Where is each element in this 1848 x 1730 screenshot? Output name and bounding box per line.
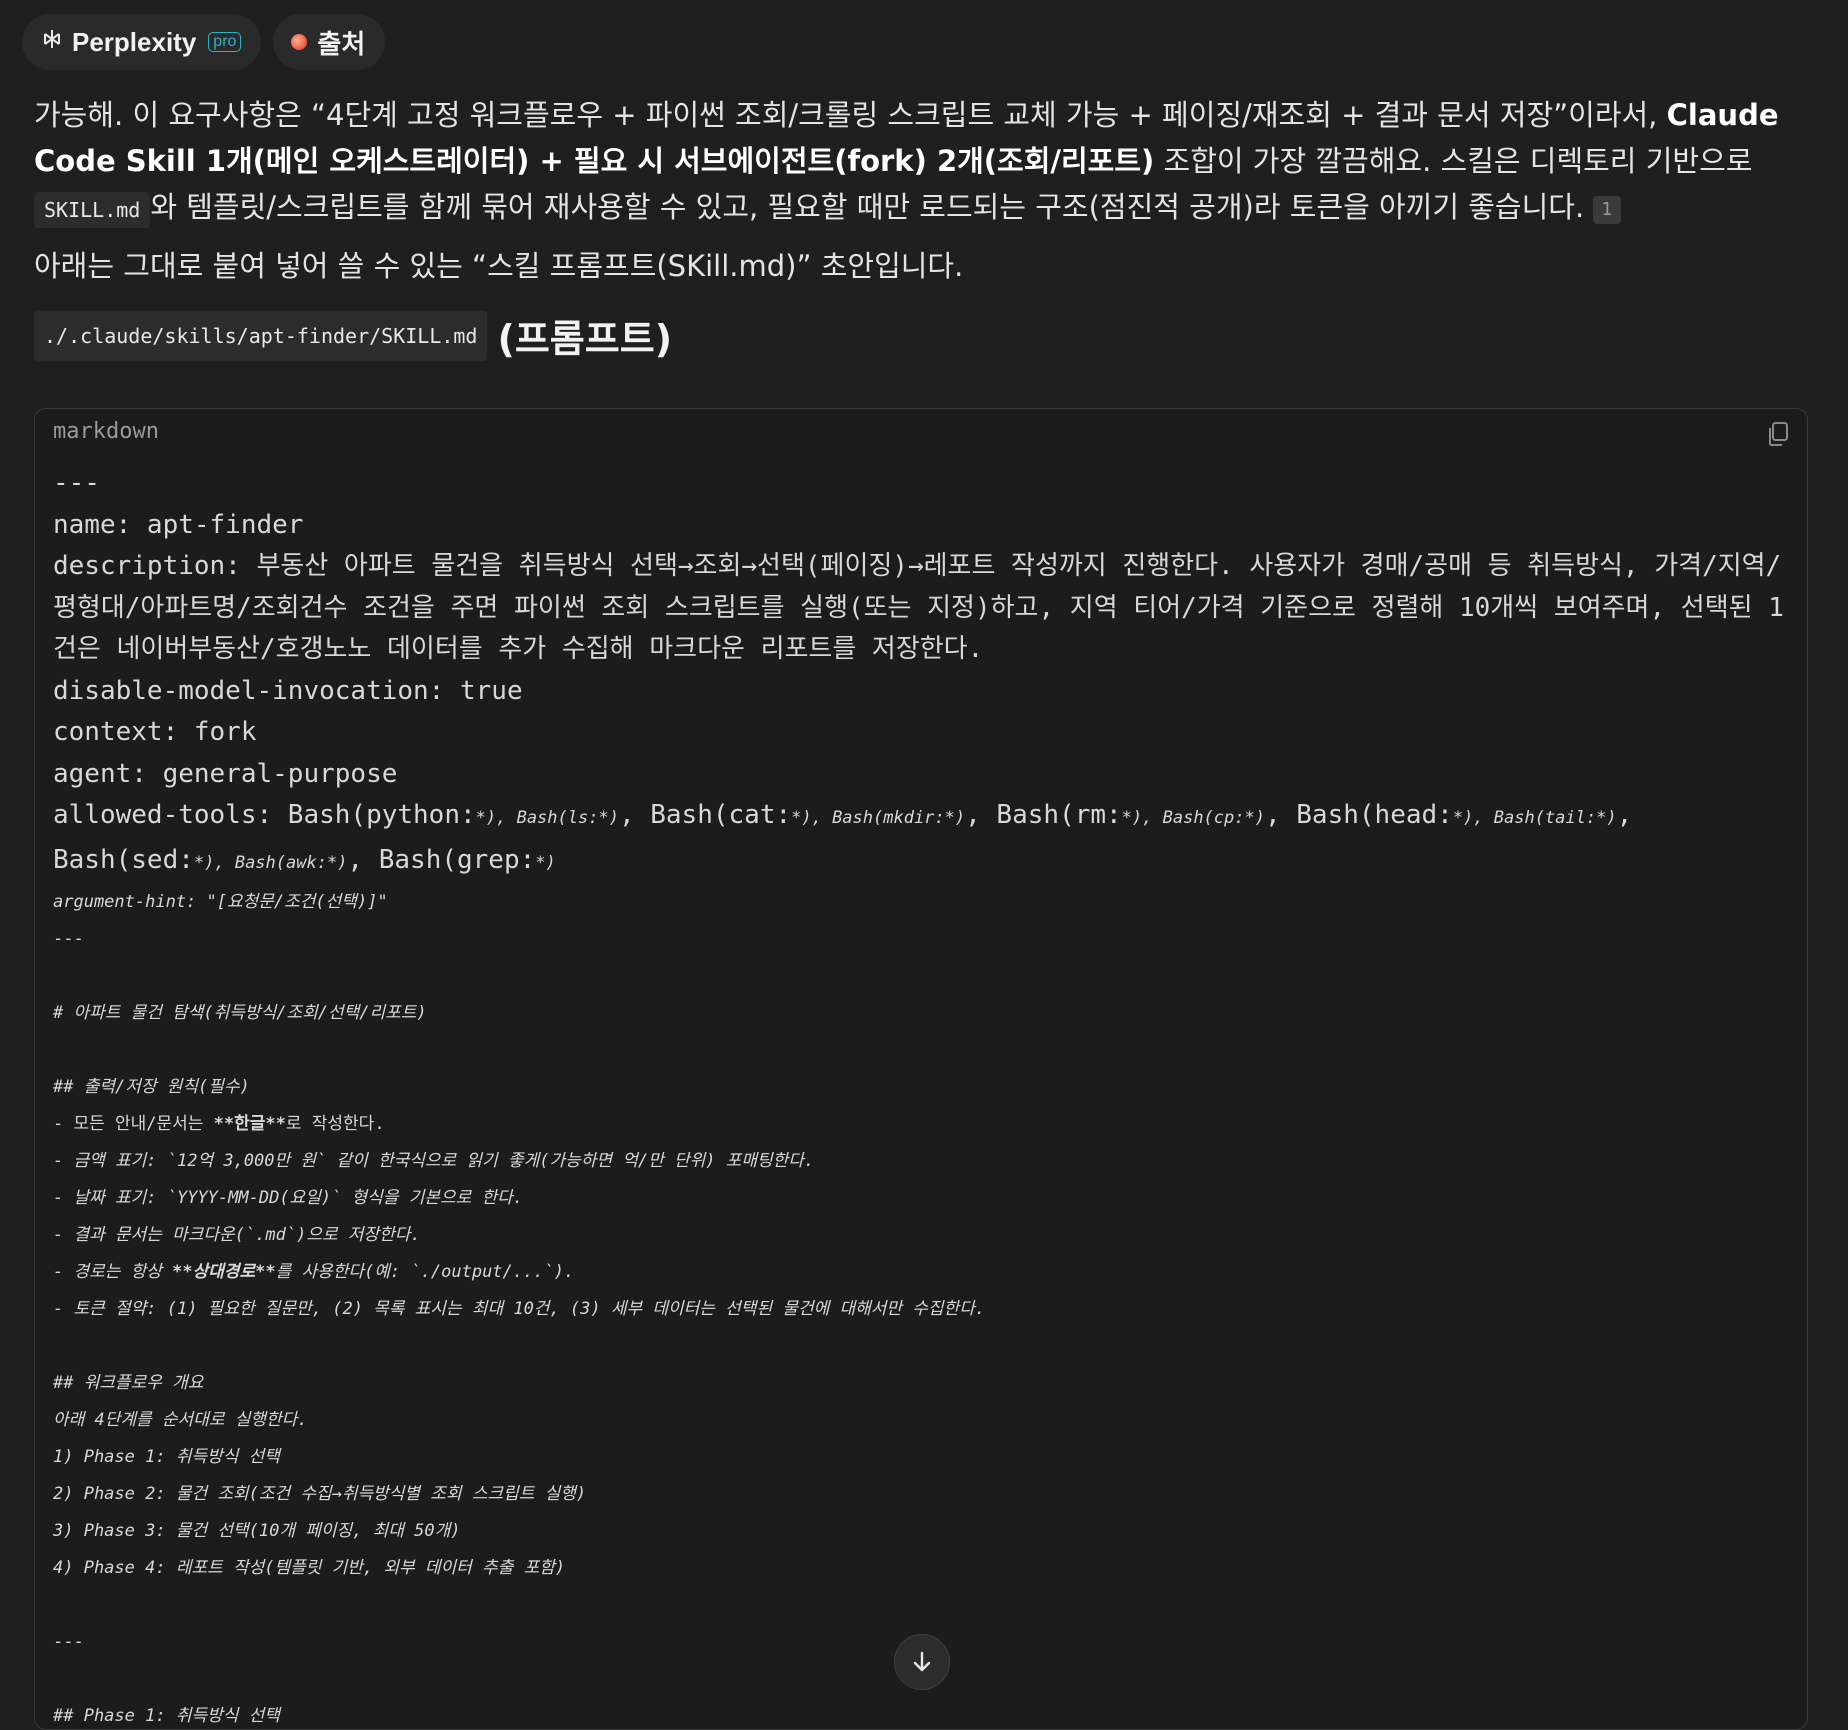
code-line: - 금액 표기: `12억 3,000만 원` 같이 한국식으로 읽기 좋게(가… (53, 1151, 815, 1171)
code-token: , Bash(head: (1264, 800, 1453, 830)
perplexity-logo-icon (40, 27, 64, 58)
code-line: - 날짜 표기: `YYYY-MM-DD(요일)` 형식을 기본으로 한다. (53, 1188, 524, 1208)
citation-badge[interactable]: 1 (1593, 196, 1621, 224)
code-line: - 토큰 절약: (1) 필요한 질문만, (2) 목록 표시는 최대 10건,… (53, 1299, 986, 1319)
code-line: ## 워크플로우 개요 (53, 1373, 204, 1393)
code-line: description: 부동산 아파트 물건을 취득방식 선택→조회→선택(페… (53, 551, 1784, 664)
tab-perplexity-label: Perplexity (72, 26, 197, 57)
code-line: 2) Phase 2: 물건 조회(조건 수집→취득방식별 조회 스크립트 실행… (53, 1484, 587, 1504)
copy-icon[interactable] (1763, 419, 1793, 449)
code-token: *), Bash(ls:*) (475, 808, 619, 828)
code-token: 로 작성한다. (285, 1114, 385, 1134)
answer-paragraph-1: 가능해. 이 요구사항은 “4단계 고정 워크플로우 + 파이썬 조회/크롤링 … (34, 92, 1814, 233)
code-line: --- (53, 468, 100, 498)
code-line: 아래 4단계를 순서대로 실행한다. (53, 1410, 308, 1430)
code-token: *), Bash(cp:*) (1121, 808, 1265, 828)
code-token: allowed-tools: Bash(python: (53, 800, 476, 830)
code-content: --- name: apt-finder description: 부동산 아파트 … (53, 463, 1793, 1729)
code-token: , Bash(rm: (965, 800, 1122, 830)
code-line-allowed-tools: allowed-tools: Bash(python:*), Bash(ls:*… (53, 795, 1793, 884)
answer-paragraph-2: 아래는 그대로 붙여 넣어 쓸 수 있는 “스킬 프롬프트(SKill.md)”… (34, 249, 964, 283)
tab-sources[interactable]: 출처 (273, 14, 386, 70)
code-line: - 결과 문서는 마크다운(`.md`)으로 저장한다. (53, 1225, 421, 1245)
code-line: argument-hint: "[요청문/조건(선택)]" (53, 892, 388, 912)
code-line: agent: general-purpose (53, 758, 398, 789)
inline-code: SKILL.md (34, 192, 151, 228)
code-token: , Bash(cat: (618, 800, 792, 830)
tab-perplexity[interactable]: Perplexity pro (22, 14, 262, 70)
pro-badge: pro (208, 32, 242, 52)
code-token: *), Bash(awk:*) (193, 852, 348, 873)
code-line: ## Phase 1: 취득방식 선택 (53, 1706, 280, 1726)
code-token: *) (535, 852, 556, 873)
answer-text: 와 템플릿/스크립트를 함께 묶어 재사용할 수 있고, 필요할 때만 로드되는… (150, 190, 1585, 224)
scroll-down-button[interactable] (894, 1634, 950, 1690)
answer-text: 조합이 가장 깔끔해요. 스킬은 디렉토리 기반으로 (1154, 144, 1753, 178)
code-token: **한글** (213, 1114, 286, 1134)
code-line: # 아파트 물건 탐색(취득방식/조회/선택/리포트) (53, 1003, 427, 1023)
code-line: 3) Phase 3: 물건 선택(10개 페이징, 최대 50개) (53, 1521, 461, 1541)
code-token: **상대경로** (172, 1262, 276, 1282)
arrow-down-icon (913, 1651, 931, 1672)
code-line: 1) Phase 1: 취득방식 선택 (53, 1447, 280, 1467)
code-line: context: fork (53, 717, 257, 747)
heading-path-code: ./.claude/skills/apt-finder/SKILL.md (34, 310, 488, 361)
answer-tabs: Perplexity pro 출처 (22, 14, 386, 70)
heading-text: (프롬프트) (497, 317, 673, 361)
answer-body: 가능해. 이 요구사항은 “4단계 고정 워크플로우 + 파이썬 조회/크롤링 … (34, 92, 1814, 299)
code-token: , Bash(grep: (347, 844, 536, 875)
sources-dot-icon (291, 34, 308, 50)
code-token: *), Bash(mkdir:*) (791, 808, 966, 828)
code-token: - 모든 안내/문서는 (53, 1114, 214, 1134)
code-token: - 경로는 항상 (53, 1262, 173, 1282)
code-language-label: markdown (53, 419, 159, 444)
code-line: - 모든 안내/문서는 **한글**로 작성한다. (53, 1106, 1793, 1143)
code-line: ## 출력/저장 원칙(필수) (53, 1077, 250, 1097)
code-token: 를 사용한다(예: `./output/...`). (275, 1262, 575, 1282)
code-line: disable-model-invocation: true (53, 675, 523, 706)
answer-text: 가능해. 이 요구사항은 “4단계 고정 워크플로우 + 파이썬 조회/크롤링 … (34, 98, 1667, 132)
code-block: markdown --- name: apt-finder description:… (34, 408, 1808, 1730)
code-line: 4) Phase 4: 레포트 작성(템플릿 기반, 외부 데이터 추출 포함) (53, 1558, 566, 1578)
code-token: *), Bash(tail:*) (1452, 808, 1617, 828)
code-line: - 경로는 항상 **상대경로**를 사용한다(예: `./output/...… (53, 1254, 1793, 1291)
section-heading: ./.claude/skills/apt-finder/SKILL.md (프롬… (34, 308, 672, 363)
code-line: name: apt-finder (53, 509, 304, 540)
code-line: --- (53, 929, 84, 949)
tab-sources-label: 출처 (317, 28, 366, 59)
